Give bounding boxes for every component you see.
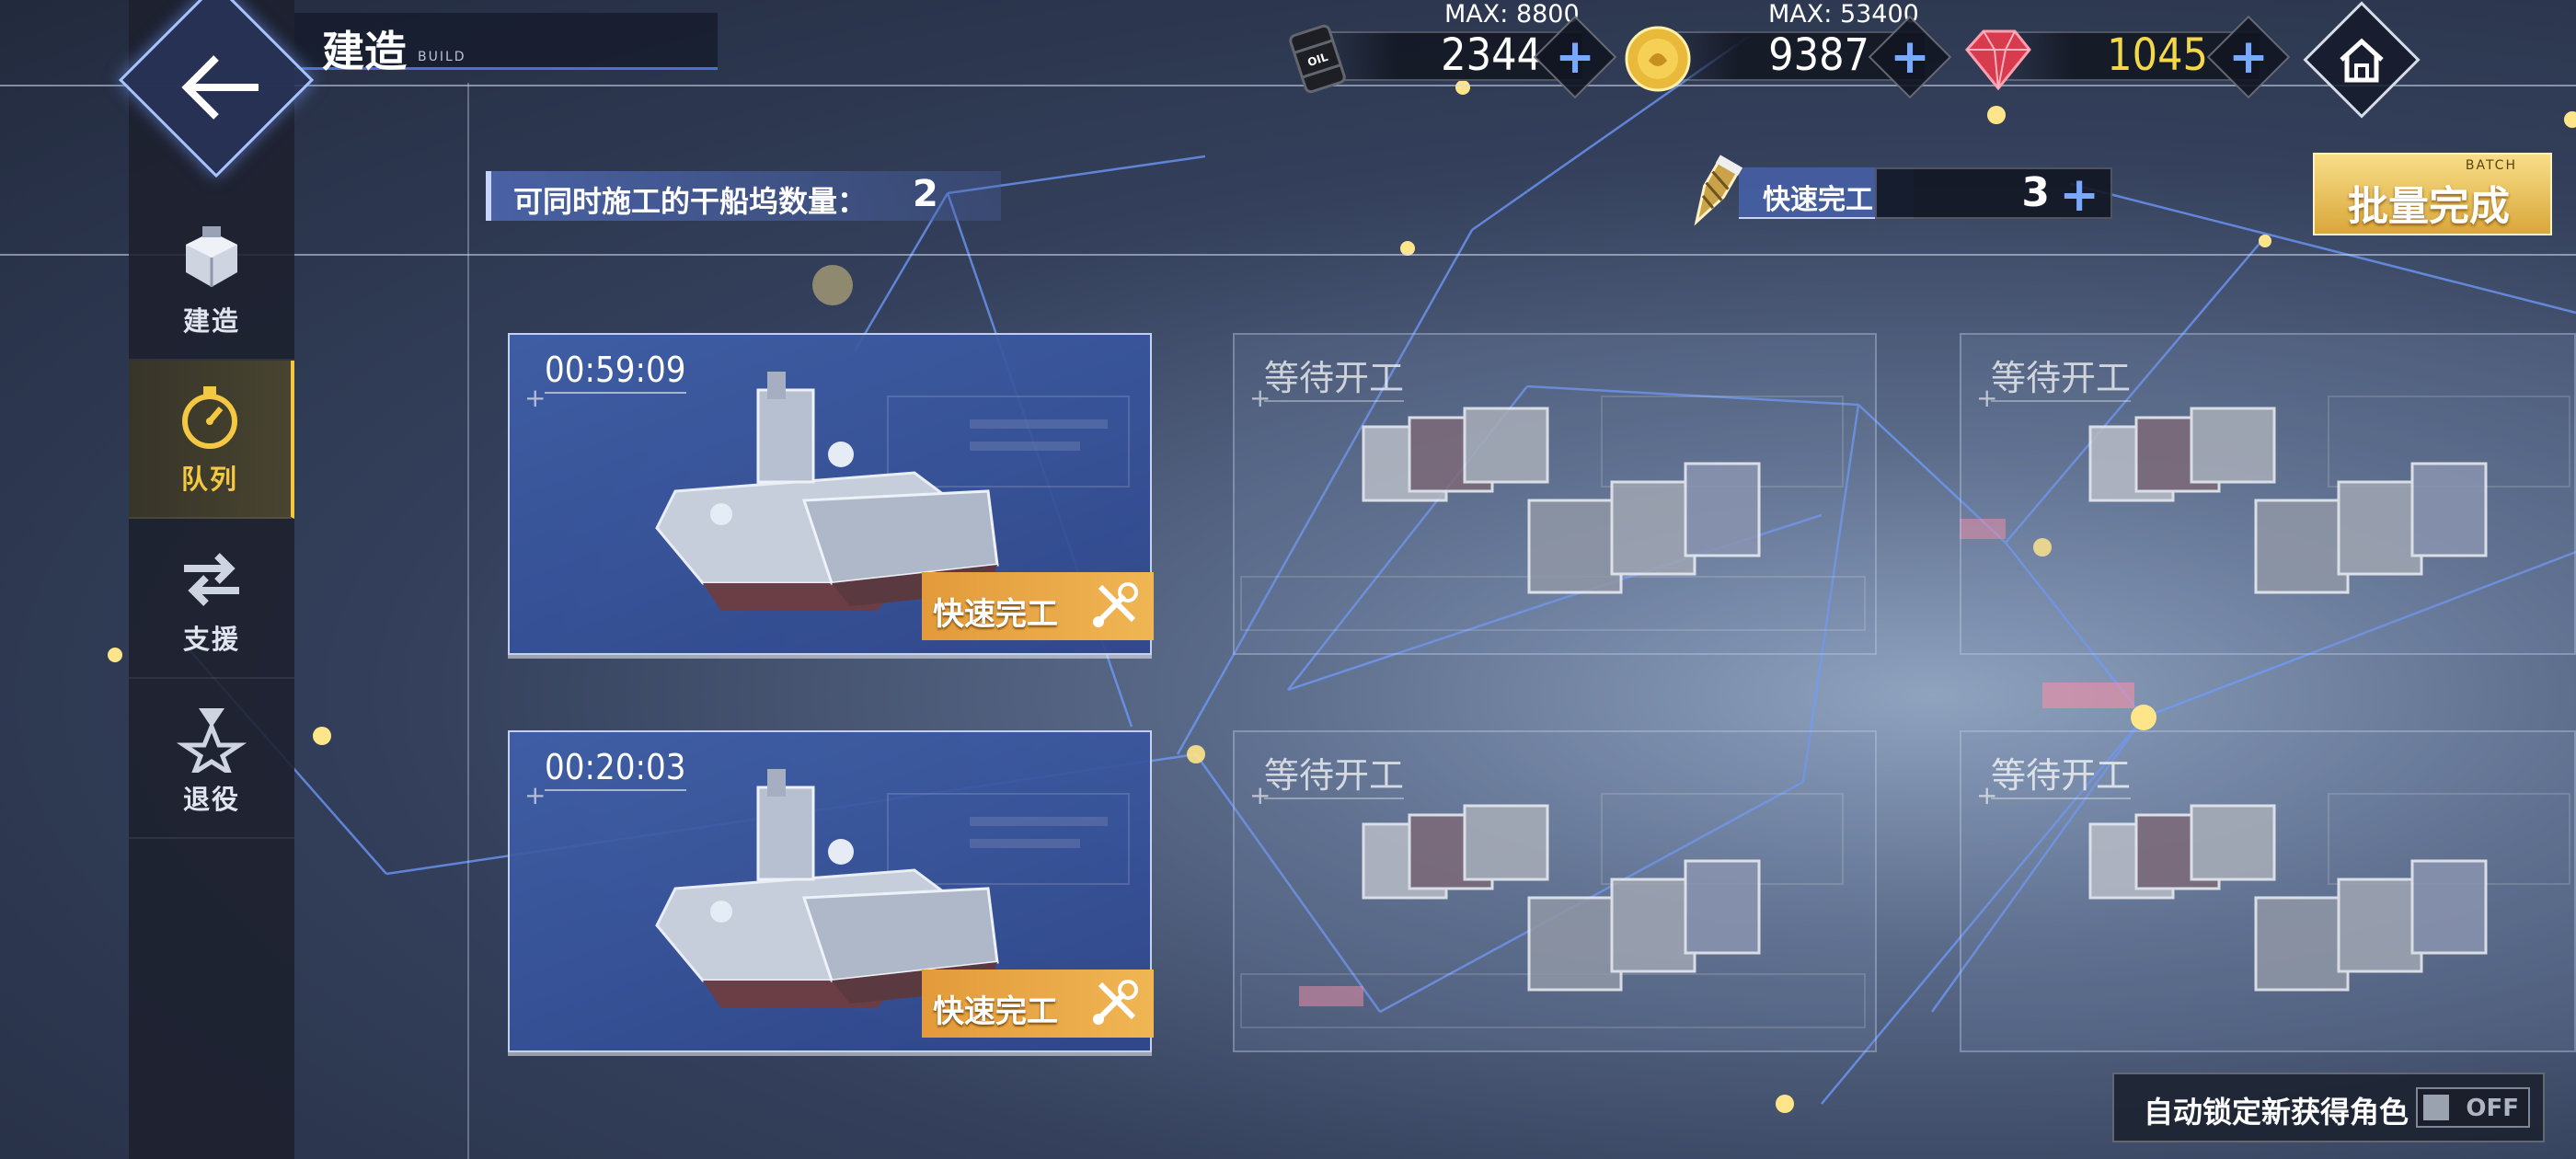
auto-lock-toggle[interactable]: OFF [2416,1087,2530,1128]
sidebar-item-label: 队列 [180,464,238,495]
red-gem-icon [1965,29,2031,91]
gold-coin-icon [1625,26,1691,92]
dock-slot-4[interactable]: 00:20:03 + 快速完工 [508,730,1154,1052]
add-quick-finish-button[interactable]: + [2059,167,2099,223]
sidebar-item-build[interactable]: 建造 [129,202,294,361]
drill-icon [1694,155,1743,226]
build-box-icon [175,223,248,296]
dock-slot-6: 等待开工 + [1960,730,2576,1052]
stopwatch-icon [173,381,247,454]
resource-max: MAX: 53400 [1768,0,1919,29]
dock-capacity-label: 可同时施工的干船坞数量： [513,184,868,219]
sidebar-item-support[interactable]: 支援 [129,521,294,679]
dock-slot-2: 等待开工 + [1233,333,1877,655]
waiting-label: 等待开工 [1264,747,1405,799]
sidebar-item-label: 退役 [182,784,240,815]
resource-gems: 1045 + [1956,15,2296,99]
dock-capacity-bar: 可同时施工的干船坞数量： 2 [486,171,1001,221]
tools-icon [1092,582,1138,628]
plus-icon: + [2228,29,2269,85]
back-arrow-icon [181,55,259,120]
upper-frame-line [0,254,2576,256]
batch-label: 批量完成 [2348,183,2510,230]
quick-finish-button-label: 快速完工 [933,993,1058,1030]
batch-small-label: BATCH [2465,158,2517,173]
waiting-label: 等待开工 [1264,350,1405,402]
resource-value: 9387 [1768,29,1869,81]
sidebar-item-retire[interactable]: 退役 [129,681,294,839]
dock-slot-5: 等待开工 + [1233,730,1877,1052]
title-bar: 建造 BUILD [294,13,718,76]
sidebar-item-label: 建造 [182,305,240,337]
star-flask-icon [175,701,248,775]
quick-finish-button[interactable]: 快速完工 [922,970,1154,1038]
quick-finish-count: 3 [2021,169,2050,216]
batch-complete-button[interactable]: BATCH 批量完成 [2313,153,2552,235]
empty-dock-blocks [2088,804,2488,992]
quick-finish-button-label: 快速完工 [933,596,1058,633]
empty-dock-blocks [2088,407,2488,594]
crosshair-icon: + [1249,383,1271,413]
dock-slot-1[interactable]: 00:59:09 + 快速完工 [508,333,1154,655]
quick-finish-label: 快速完工 [1763,184,1873,216]
quick-finish-button[interactable]: 快速完工 [922,572,1154,640]
resource-oil: OIL MAX: 8800 2344 + [1279,0,1619,99]
resource-max: MAX: 8800 [1444,0,1580,29]
oil-barrel-icon: OIL [1289,24,1346,94]
resource-value: 2344 [1441,29,1542,81]
auto-lock-label: 自动锁定新获得角色 [2144,1095,2409,1130]
home-icon [2340,38,2384,83]
crosshair-icon: + [524,780,546,810]
page-title: 建造 [322,27,407,76]
toggle-knob [2423,1095,2449,1120]
swap-arrows-icon [175,541,248,614]
sidebar-item-queue[interactable]: 队列 [129,361,294,519]
add-gems-button[interactable]: + [2206,15,2291,99]
crosshair-icon: + [1249,780,1271,810]
auto-lock-panel: 自动锁定新获得角色 OFF [2112,1073,2545,1142]
left-frame-line [467,83,469,1159]
crosshair-icon: + [524,383,546,413]
resource-coins: MAX: 53400 9387 + [1621,0,1961,99]
empty-dock-blocks [1362,407,1761,594]
toggle-state: OFF [2466,1095,2519,1122]
empty-dock-blocks [1362,804,1761,992]
waiting-label: 等待开工 [1991,350,2132,402]
quick-finish-value-box: 3 + [1875,167,2112,223]
dock-slot-3: 等待开工 + [1960,333,2576,655]
crosshair-icon: + [1976,383,1998,413]
sidebar-item-label: 支援 [182,624,240,655]
dock-capacity-count: 2 [913,173,938,215]
resource-value: 1045 [2107,29,2208,81]
plus-icon: + [1890,29,1930,85]
waiting-label: 等待开工 [1991,747,2132,799]
quick-finish-counter: 快速完工 3 + [1674,155,2116,232]
page-subtitle: BUILD [418,50,466,64]
crosshair-icon: + [1976,780,1998,810]
tools-icon [1092,980,1138,1026]
plus-icon: + [1555,29,1595,85]
